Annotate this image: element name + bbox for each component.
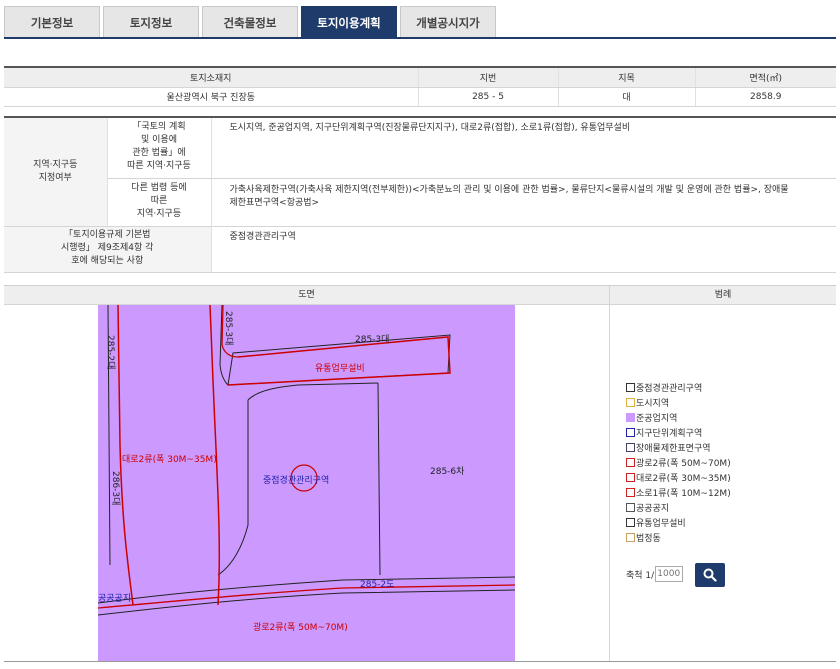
tab-underline xyxy=(4,37,836,39)
land-info-table: 토지소재지 지번 지목 면적(㎡) 울산광역시 북구 진장동 285 - 5 대… xyxy=(4,66,836,107)
scale-label: 축척 1/ xyxy=(626,570,655,581)
map-label-285-3: 285-3대 xyxy=(355,334,389,345)
legend-item: 준공업지역 xyxy=(626,410,731,425)
legend-label: 유통업무설비 xyxy=(636,519,686,529)
legend-label: 공공공지 xyxy=(636,504,670,514)
map-section-header: 도면 범례 xyxy=(4,285,836,305)
national-law-value: 도시지역, 준공업지역, 지구단위계획구역(진장물류단지지구), 대로2류(접합… xyxy=(210,116,836,179)
tab-land-info[interactable]: 토지정보 xyxy=(103,6,199,38)
cell-lot-number: 285 - 5 xyxy=(417,87,558,107)
bottom-border xyxy=(4,661,836,662)
legend-swatch xyxy=(626,458,635,467)
header-lot-number: 지번 xyxy=(417,66,558,88)
map-divider xyxy=(609,305,610,662)
header-area: 면적(㎡) xyxy=(694,66,836,88)
tab-bar: 기본정보 토지정보 건축물정보 토지이용계획 개별공시지가 xyxy=(4,6,496,38)
legend-item: 법정동 xyxy=(626,530,731,545)
zone-section-label: 지역·지구등 지정여부 xyxy=(4,116,107,227)
tab-land-price[interactable]: 개별공시지가 xyxy=(400,6,496,38)
cell-area: 2858.9 xyxy=(694,87,836,107)
scale-control: 축척 1/ xyxy=(626,566,684,582)
legend-swatch xyxy=(626,473,635,482)
legend-label: 법정동 xyxy=(636,534,661,544)
cell-location: 울산광역시 북구 진장동 xyxy=(4,87,418,107)
legend-label: 중점경관관리구역 xyxy=(636,384,703,394)
zone-designation-table: 지역·지구등 지정여부 「국토의 계획 및 이용에 관한 법률」에 따른 지역·… xyxy=(4,116,836,273)
legend-swatch xyxy=(626,413,635,422)
legend-item: 도시지역 xyxy=(626,395,731,410)
legend-label: 도시지역 xyxy=(636,399,670,409)
header-location: 토지소재지 xyxy=(4,66,418,88)
map-label-285-3b: 285-3대 xyxy=(223,311,234,345)
map-label-286-3: 286-3대 xyxy=(110,471,121,505)
legend-label: 장애물제한표면구역 xyxy=(636,444,711,454)
tab-building-info[interactable]: 건축물정보 xyxy=(202,6,298,38)
map-label-285-6: 285-6차 xyxy=(430,465,465,477)
legend-label: 소로1류(폭 10M~12M) xyxy=(636,489,731,499)
table-header-row: 토지소재지 지번 지목 면적(㎡) xyxy=(4,66,836,88)
legend-swatch xyxy=(626,503,635,512)
other-law-label: 다른 법령 등에 따른 지역·지구등 xyxy=(106,178,211,227)
scale-input[interactable] xyxy=(655,566,684,582)
legend-label: 지구단위계획구역 xyxy=(636,429,703,439)
regulation-value: 중점경관관리구역 xyxy=(210,226,836,273)
legend-item: 유통업무설비 xyxy=(626,515,731,530)
legend-item: 중점경관관리구역 xyxy=(626,380,731,395)
legend-swatch xyxy=(626,383,635,392)
map-title: 도면 xyxy=(298,290,315,300)
legend-item: 공공공지 xyxy=(626,500,731,515)
map-label-top-red: 유통업무설비 xyxy=(315,363,365,374)
legend-item: 광로2류(폭 50M~70M) xyxy=(626,455,731,470)
cell-land-category: 대 xyxy=(557,87,695,107)
legend-item: 소로1류(폭 10M~12M) xyxy=(626,485,731,500)
map-label-left: 공공공지 xyxy=(98,593,131,604)
legend-swatch xyxy=(626,428,635,437)
map-label-center: 중점경관관리구역 xyxy=(263,474,329,486)
legend: 중점경관관리구역도시지역준공업지역지구단위계획구역장애물제한표면구역광로2류(폭… xyxy=(626,380,731,545)
legend-swatch xyxy=(626,443,635,452)
legend-swatch xyxy=(626,533,635,542)
legend-title: 범례 xyxy=(609,286,836,305)
search-icon xyxy=(703,568,717,582)
legend-item: 지구단위계획구역 xyxy=(626,425,731,440)
legend-swatch xyxy=(626,398,635,407)
legend-label: 대로2류(폭 30M~35M) xyxy=(636,474,731,484)
table-row: 울산광역시 북구 진장동 285 - 5 대 2858.9 xyxy=(4,87,836,107)
regulation-label: 「토지이용규제 기본법 시행령」 제9조제4항 각 호에 해당되는 사항 xyxy=(4,226,211,273)
legend-label: 광로2류(폭 50M~70M) xyxy=(636,459,731,469)
tab-basic-info[interactable]: 기본정보 xyxy=(4,6,100,38)
legend-swatch xyxy=(626,488,635,497)
map-label-bottom: 285-2도 xyxy=(360,580,394,590)
map-label-road-1: 대로2류(폭 30M~35M) xyxy=(122,454,217,465)
land-use-map[interactable]: 285-3대 285-2대 285-3대 유통업무설비 대로2류(폭 30M~3… xyxy=(98,305,515,661)
legend-item: 대로2류(폭 30M~35M) xyxy=(626,470,731,485)
map-label-285-2: 285-2대 xyxy=(105,335,116,369)
legend-swatch xyxy=(626,518,635,527)
other-law-value: 가축사육제한구역(가축사육 제한지역(전부제한))<가축분뇨의 관리 및 이용에… xyxy=(210,178,836,227)
national-law-label: 「국토의 계획 및 이용에 관한 법률」에 따른 지역·지구등 xyxy=(106,116,211,179)
tab-land-use-plan[interactable]: 토지이용계획 xyxy=(301,6,397,38)
legend-label: 준공업지역 xyxy=(636,414,678,424)
map-label-road-2: 광로2류(폭 50M~70M) xyxy=(253,621,348,633)
legend-item: 장애물제한표면구역 xyxy=(626,440,731,455)
header-land-category: 지목 xyxy=(557,66,695,88)
scale-search-button[interactable] xyxy=(695,563,725,587)
